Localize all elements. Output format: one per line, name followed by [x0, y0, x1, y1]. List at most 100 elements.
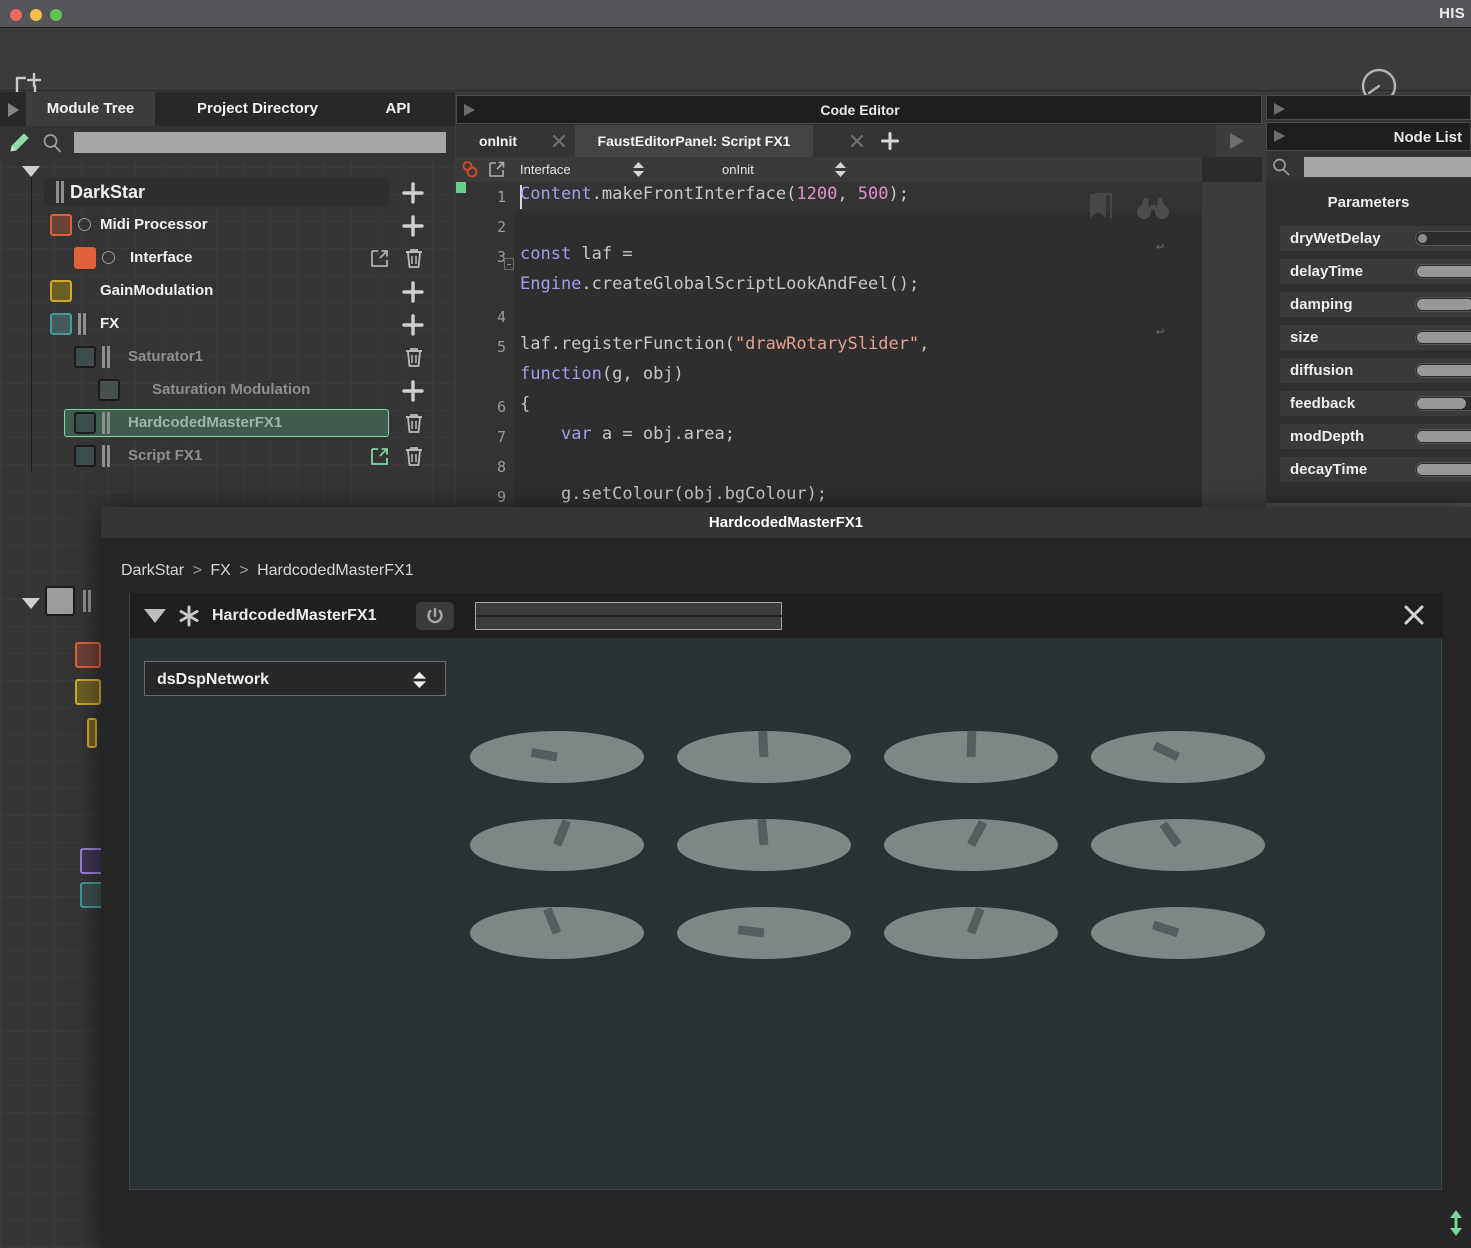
- tree-node-popout-icon[interactable]: [370, 447, 389, 471]
- tree-node-delete-icon[interactable]: [404, 413, 424, 439]
- rotary-knob[interactable]: [470, 731, 644, 783]
- parameter-slider[interactable]: [1415, 396, 1471, 411]
- chain-block-gain[interactable]: [75, 679, 101, 705]
- tab-project-directory[interactable]: Project Directory: [165, 92, 350, 126]
- tree-node-color-swatch[interactable]: [74, 412, 96, 434]
- parameter-row[interactable]: feedback: [1280, 391, 1471, 416]
- plus-icon[interactable]: [881, 132, 899, 150]
- code-text-area[interactable]: 123456789 ↵ ↵ Content.makeFrontInterface…: [456, 182, 1202, 510]
- chain-block-master[interactable]: [45, 586, 75, 616]
- code-line[interactable]: Content.makeFrontInterface(1200, 500);: [520, 184, 909, 204]
- tree-node[interactable]: Interface: [0, 244, 455, 272]
- tab-faust-editor-panel[interactable]: FaustEditorPanel: Script FX1: [575, 125, 813, 157]
- code-scrollbar[interactable]: [1202, 182, 1262, 510]
- close-tab-faust-icon[interactable]: [849, 133, 865, 149]
- parameter-row[interactable]: delayTime: [1280, 259, 1471, 284]
- parameter-row[interactable]: size: [1280, 325, 1471, 350]
- zoom-window-button[interactable]: [50, 9, 62, 21]
- caret-down-icon[interactable]: [144, 609, 166, 623]
- run-script-button[interactable]: [1216, 125, 1262, 157]
- tree-collapse-2-icon[interactable]: [22, 598, 40, 609]
- parameter-row[interactable]: damping: [1280, 292, 1471, 317]
- tree-node-color-swatch[interactable]: [50, 280, 72, 302]
- chain-link-icon[interactable]: [461, 160, 481, 180]
- rotary-knob[interactable]: [470, 907, 644, 959]
- tree-node[interactable]: Script FX1: [0, 442, 455, 470]
- tree-node[interactable]: Saturator1: [0, 343, 455, 371]
- code-line[interactable]: {: [520, 394, 530, 414]
- code-line[interactable]: laf.registerFunction("drawRotarySlider",: [520, 334, 929, 354]
- tree-node-delete-icon[interactable]: [404, 248, 424, 274]
- tab-module-tree[interactable]: Module Tree: [26, 92, 155, 126]
- rotary-knob[interactable]: [470, 819, 644, 871]
- tree-node[interactable]: DarkStar: [0, 178, 455, 206]
- rotary-knob[interactable]: [884, 730, 1058, 783]
- rotary-knob[interactable]: [1091, 907, 1265, 959]
- parameter-row[interactable]: decayTime: [1280, 457, 1471, 482]
- code-line[interactable]: g.setColour(obj.bgColour);: [520, 484, 827, 504]
- chain-block-gain-mod[interactable]: [87, 718, 97, 748]
- chain-block-midi[interactable]: [75, 642, 101, 668]
- tree-node-color-swatch[interactable]: [74, 346, 96, 368]
- right-panel-expand-icon[interactable]: [1274, 103, 1285, 115]
- fx-power-button[interactable]: [416, 602, 454, 630]
- tree-node-popout-icon[interactable]: [370, 249, 389, 273]
- search-icon-nodes[interactable]: [1272, 158, 1290, 176]
- tree-node[interactable]: Midi Processor: [0, 211, 455, 239]
- tree-node-color-swatch[interactable]: [50, 313, 72, 335]
- parameter-slider[interactable]: [1415, 264, 1471, 279]
- pencil-icon[interactable]: [8, 132, 30, 154]
- node-search-input[interactable]: [1304, 157, 1471, 177]
- breadcrumb-item-0[interactable]: DarkStar: [121, 562, 184, 579]
- tab-oninit[interactable]: onInit: [462, 125, 534, 157]
- code-line[interactable]: var a = obj.area;: [520, 424, 735, 444]
- close-window-button[interactable]: [10, 9, 22, 21]
- rotary-knob[interactable]: [1091, 819, 1265, 871]
- tree-node-color-swatch[interactable]: [98, 379, 120, 401]
- tab-api[interactable]: API: [358, 92, 438, 126]
- rotary-knob[interactable]: [884, 907, 1058, 959]
- tree-node-add-icon[interactable]: [402, 182, 424, 209]
- parameter-slider[interactable]: [1415, 429, 1471, 444]
- popout-icon[interactable]: [488, 161, 505, 178]
- rotary-knob[interactable]: [677, 818, 851, 871]
- tree-node-add-icon[interactable]: [402, 215, 424, 242]
- code-fold-toggle[interactable]: [504, 258, 514, 270]
- callback-selector[interactable]: onInit: [722, 157, 862, 182]
- parameter-slider[interactable]: [1415, 330, 1471, 345]
- minimize-window-button[interactable]: [30, 9, 42, 21]
- network-select[interactable]: dsDspNetwork: [144, 661, 446, 696]
- breadcrumb-item-2[interactable]: HardcodedMasterFX1: [257, 562, 414, 579]
- tree-node-add-icon[interactable]: [402, 314, 424, 341]
- rotary-knob[interactable]: [677, 907, 851, 959]
- tree-node[interactable]: FX: [0, 310, 455, 338]
- search-icon[interactable]: [42, 133, 62, 153]
- code-line[interactable]: function(g, obj): [520, 364, 684, 384]
- close-icon[interactable]: [1401, 602, 1427, 628]
- parameter-row[interactable]: modDepth: [1280, 424, 1471, 449]
- tree-node[interactable]: Saturation Modulation: [0, 376, 455, 404]
- breadcrumb-item-1[interactable]: FX: [210, 562, 230, 579]
- tree-node-add-icon[interactable]: [402, 281, 424, 308]
- tree-node[interactable]: GainModulation: [0, 277, 455, 305]
- parameter-slider[interactable]: [1415, 231, 1471, 246]
- tree-collapse-root-icon[interactable]: [22, 166, 40, 177]
- code-line[interactable]: const laf =: [520, 244, 633, 264]
- panel-expand-icon[interactable]: [8, 103, 19, 117]
- interface-selector[interactable]: Interface: [520, 157, 660, 182]
- tree-node[interactable]: HardcodedMasterFX1: [0, 409, 455, 437]
- tree-node-delete-icon[interactable]: [404, 347, 424, 373]
- parameter-row[interactable]: dryWetDelay: [1280, 226, 1471, 251]
- tree-node-color-swatch[interactable]: [74, 247, 96, 269]
- resize-vertical-icon[interactable]: [1447, 1209, 1465, 1237]
- code-line[interactable]: Engine.createGlobalScriptLookAndFeel();: [520, 274, 919, 294]
- parameter-slider[interactable]: [1415, 297, 1471, 312]
- rotary-knob[interactable]: [1091, 731, 1265, 783]
- tree-node-color-swatch[interactable]: [74, 445, 96, 467]
- rotary-knob[interactable]: [677, 730, 851, 783]
- node-list-expand-icon[interactable]: [1274, 130, 1285, 142]
- bookmark-icon[interactable]: [1088, 192, 1114, 227]
- parameter-row[interactable]: diffusion: [1280, 358, 1471, 383]
- tree-node-color-swatch[interactable]: [50, 214, 72, 236]
- close-tab-oninit-icon[interactable]: [551, 133, 567, 149]
